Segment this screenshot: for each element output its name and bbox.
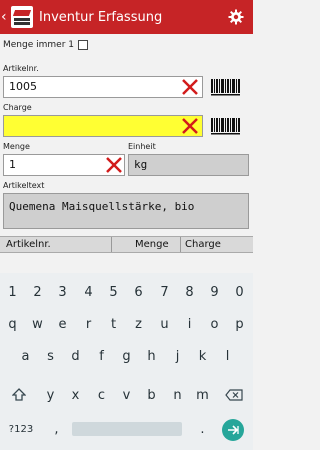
menge-label: Menge [3,142,30,151]
key-l[interactable]: l [215,341,240,371]
key-y[interactable]: y [38,380,63,410]
key-q[interactable]: q [0,309,25,339]
column-charge[interactable]: Charge [185,239,221,250]
key-0[interactable]: 0 [227,277,252,307]
key-6[interactable]: 6 [126,277,151,307]
artikelnr-input[interactable]: 1005 [3,76,203,98]
einheit-label: Einheit [128,142,156,151]
key-z[interactable]: z [126,309,151,339]
barcode-scan-artikelnr-icon[interactable] [210,78,242,98]
entry-list [0,253,253,273]
keyboard-row-y: y x c v b n m [0,380,253,410]
keyboard-row-q: q w e r t z u i o p [0,309,253,339]
key-m[interactable]: m [190,380,215,410]
period-key[interactable]: . [190,414,215,444]
key-e[interactable]: e [50,309,75,339]
charge-input[interactable] [3,115,203,137]
key-j[interactable]: j [165,341,190,371]
shift-key-icon[interactable] [6,380,31,410]
comma-key[interactable]: , [44,414,69,444]
key-b[interactable]: b [139,380,164,410]
keyboard-row-numbers: 1 2 3 4 5 6 7 8 9 0 [0,277,253,307]
key-p[interactable]: p [227,309,252,339]
soft-keyboard: 1 2 3 4 5 6 7 8 9 0 q w e r t z u i o p … [0,273,253,450]
back-arrow-icon[interactable]: ‹ [1,0,9,34]
key-x[interactable]: x [63,380,88,410]
keyboard-row-a: a s d f g h j k l [0,341,253,371]
key-t[interactable]: t [101,309,126,339]
key-4[interactable]: 4 [76,277,101,307]
key-s[interactable]: s [38,341,63,371]
barcode-scan-charge-icon[interactable] [210,117,242,137]
clear-charge-icon[interactable] [181,117,199,135]
app-logo [11,6,33,28]
key-h[interactable]: h [139,341,164,371]
key-2[interactable]: 2 [25,277,50,307]
column-menge[interactable]: Menge [135,239,169,250]
key-u[interactable]: u [152,309,177,339]
key-9[interactable]: 9 [202,277,227,307]
key-3[interactable]: 3 [50,277,75,307]
backspace-key-icon[interactable] [221,380,246,410]
key-g[interactable]: g [114,341,139,371]
column-artikelnr[interactable]: Artikelnr. [6,239,51,250]
app-title: Inventur Erfassung [39,9,163,25]
key-i[interactable]: i [177,309,202,339]
space-bar[interactable] [72,422,182,436]
einheit-field: kg [128,154,249,176]
key-d[interactable]: d [63,341,88,371]
symbols-key[interactable]: ?123 [6,414,36,444]
artikelnr-label: Artikelnr. [3,64,39,73]
action-bar: ‹ Inventur Erfassung [0,0,253,34]
key-c[interactable]: c [89,380,114,410]
key-1[interactable]: 1 [0,277,25,307]
key-n[interactable]: n [165,380,190,410]
artikeltext-label: Artikeltext [3,181,45,190]
key-5[interactable]: 5 [101,277,126,307]
clear-artikelnr-icon[interactable] [181,78,199,96]
key-a[interactable]: a [13,341,38,371]
key-8[interactable]: 8 [177,277,202,307]
charge-label: Charge [3,103,32,112]
key-f[interactable]: f [89,341,114,371]
key-v[interactable]: v [114,380,139,410]
key-r[interactable]: r [76,309,101,339]
key-o[interactable]: o [202,309,227,339]
menge-immer-1-checkbox[interactable] [78,40,88,50]
table-header: Artikelnr. Menge Charge [0,236,253,253]
key-k[interactable]: k [190,341,215,371]
key-7[interactable]: 7 [152,277,177,307]
menge-immer-1-label: Menge immer 1 [3,40,74,50]
clear-menge-icon[interactable] [105,156,123,174]
artikeltext-field: Quemena Maisquellstärke, bio [3,193,249,229]
settings-gear-icon[interactable] [219,0,253,34]
enter-key-icon[interactable] [222,419,244,441]
key-w[interactable]: w [25,309,50,339]
